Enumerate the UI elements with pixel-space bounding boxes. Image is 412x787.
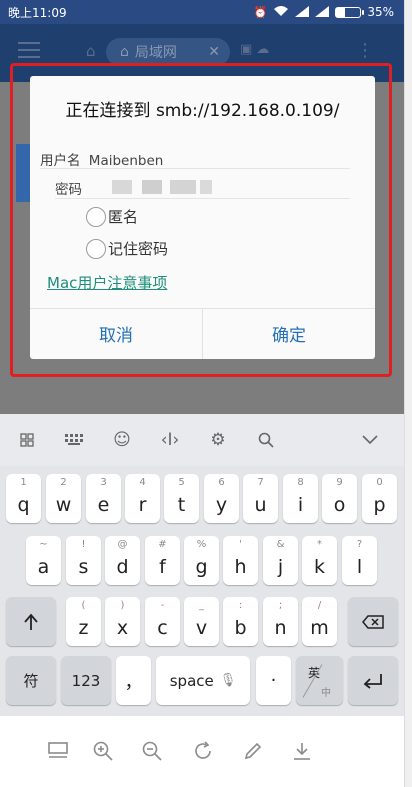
username-value: Maibenben	[88, 153, 164, 169]
remember-password-radio[interactable]	[86, 238, 106, 259]
username-underline	[40, 168, 350, 169]
language-switch-key[interactable]: 英 中	[296, 656, 343, 705]
key-j[interactable]: & j	[263, 536, 298, 585]
key-d[interactable]: @ d	[105, 536, 140, 585]
key-w[interactable]: 2w	[46, 474, 81, 523]
username-label: 用户名	[40, 153, 81, 169]
cursor-move-icon[interactable]: ‹I›	[158, 428, 182, 452]
enter-key[interactable]	[348, 656, 398, 705]
key-m[interactable]: / m	[302, 597, 337, 646]
backspace-key[interactable]	[348, 597, 398, 646]
zoom-out-icon[interactable]	[139, 738, 165, 764]
space-key[interactable]: space 🎙	[156, 656, 250, 705]
key-v[interactable]: _ v	[184, 597, 219, 646]
comma-key[interactable]: ，	[116, 656, 151, 705]
status-bar: 晚上11:09 ⏰ 35%	[0, 0, 404, 24]
lang-bottom: 中	[321, 688, 331, 699]
windows-icon[interactable]: ▣ ☁	[240, 42, 269, 57]
status-icons: ⏰ 35%	[254, 5, 394, 19]
tab-lan-label: 局域网	[134, 45, 177, 61]
battery-icon	[335, 6, 365, 18]
password-mask	[112, 180, 212, 194]
edit-icon[interactable]	[240, 738, 266, 764]
signal-icon-1	[295, 5, 310, 19]
home-icon[interactable]: ⌂	[86, 42, 96, 60]
key-h[interactable]: ' h	[223, 536, 258, 585]
key-g[interactable]: % g	[184, 536, 219, 585]
dialog-title: 正在连接到 smb://192.168.0.109/	[65, 101, 340, 121]
password-label: 密码	[55, 182, 82, 198]
side-strip	[404, 0, 412, 787]
key-c[interactable]: -c	[145, 597, 180, 646]
lan-icon: ⌂	[120, 44, 129, 60]
confirm-button[interactable]: 确定	[203, 308, 375, 359]
menu-icon[interactable]	[18, 42, 40, 58]
download-icon[interactable]	[289, 738, 315, 764]
key-k[interactable]: * k	[302, 536, 337, 585]
shift-icon	[6, 597, 56, 646]
password-underline	[55, 198, 350, 199]
refresh-icon[interactable]	[190, 738, 216, 764]
backspace-icon	[348, 597, 398, 646]
key-q[interactable]: 1q	[6, 474, 41, 523]
key-n[interactable]: ; n	[263, 597, 298, 646]
emoji-icon[interactable]: ☺	[110, 428, 134, 452]
key-f[interactable]: # f	[145, 536, 180, 585]
key-t[interactable]: 5t	[164, 474, 199, 523]
close-tab-icon[interactable]: ✕	[208, 44, 220, 60]
view-mode-icon[interactable]	[45, 738, 71, 764]
key-l[interactable]: ? l	[342, 536, 377, 585]
bottom-toolbar	[0, 716, 404, 787]
key-r[interactable]: 4r	[125, 474, 160, 523]
battery-percent: 35%	[367, 5, 394, 19]
key-i[interactable]: 8i	[283, 474, 318, 523]
password-field[interactable]: 密码	[55, 178, 82, 198]
key-z[interactable]: (z	[66, 597, 101, 646]
period-key[interactable]: ·	[256, 656, 291, 705]
remember-password-label: 记住密码	[108, 240, 169, 258]
key-p[interactable]: 0p	[362, 474, 397, 523]
anonymous-option[interactable]: 匿名	[86, 206, 138, 227]
settings-icon[interactable]: ⚙	[206, 428, 230, 452]
wifi-icon	[273, 5, 289, 19]
key-b[interactable]: :b	[223, 597, 258, 646]
tab-lan[interactable]: ⌂ 局域网 ✕	[106, 38, 230, 66]
zoom-in-icon[interactable]	[90, 738, 116, 764]
numbers-key[interactable]: 123	[61, 656, 111, 705]
more-icon[interactable]: ⋮	[356, 40, 374, 61]
grid-menu-icon[interactable]	[15, 428, 39, 452]
key-u[interactable]: 7u	[243, 474, 278, 523]
key-y[interactable]: 6y	[204, 474, 239, 523]
signal-icon-2	[315, 5, 330, 19]
shift-key[interactable]	[6, 597, 56, 646]
enter-icon	[348, 656, 398, 705]
key-e[interactable]: 3e	[86, 474, 121, 523]
symbols-key[interactable]: 符	[6, 656, 56, 705]
remember-password-option[interactable]: 记住密码	[86, 238, 168, 259]
keyboard-toolbar: ☺ ‹I› ⚙	[0, 414, 404, 466]
keyboard: 1q 2w 3e 4r 5t 6y 7u 8i 9o 0p ~ a ! s @ d #…	[0, 466, 404, 716]
keyboard-layout-icon[interactable]	[62, 428, 86, 452]
mac-note-link[interactable]: Mac用户注意事项	[47, 272, 167, 293]
alarm-icon: ⏰	[253, 5, 268, 19]
collapse-keyboard-icon[interactable]	[358, 428, 382, 452]
key-s[interactable]: ! s	[66, 536, 101, 585]
connect-dialog: 正在连接到 smb://192.168.0.109/ 用户名 Maibenben…	[30, 76, 375, 359]
username-field[interactable]: 用户名 Maibenben	[40, 149, 163, 169]
anonymous-label: 匿名	[108, 208, 139, 226]
app-toolbar: ⌂ ⌂ 局域网 ✕ ▣ ☁ ⋮	[0, 24, 404, 82]
anonymous-radio[interactable]	[86, 206, 106, 227]
key-a[interactable]: ~ a	[26, 536, 61, 585]
search-icon[interactable]	[254, 428, 278, 452]
key-o[interactable]: 9o	[322, 474, 357, 523]
key-x[interactable]: ) x	[105, 597, 140, 646]
status-time: 晚上11:09	[8, 5, 67, 20]
cancel-button[interactable]: 取消	[30, 308, 202, 359]
microphone-icon: 🎙	[219, 673, 237, 688]
space-label: space	[169, 671, 214, 690]
